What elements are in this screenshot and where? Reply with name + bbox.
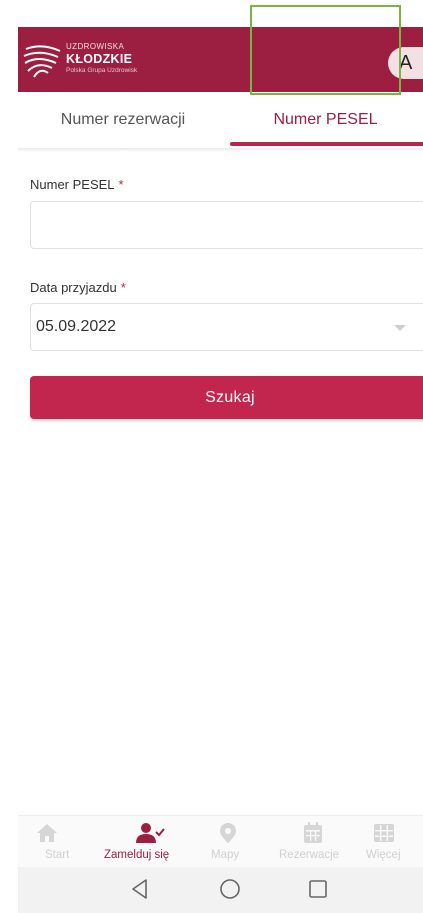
user-check-icon xyxy=(136,823,165,843)
pesel-label: Numer PESEL * xyxy=(30,177,124,192)
nav-item-start[interactable]: Start xyxy=(28,816,70,868)
arrival-date-label-text: Data przyjazdu xyxy=(30,280,117,295)
logo-subtitle: Polska Grupa Uzdrowisk xyxy=(66,67,138,74)
back-icon[interactable] xyxy=(128,877,152,901)
nav-label-mapy: Mapy xyxy=(211,849,240,861)
nav-label-zamelduj-sie: Zamelduj się xyxy=(104,849,170,861)
nav-item-wiecej[interactable]: Więcej xyxy=(366,816,423,868)
nav-item-zamelduj-sie[interactable]: Zamelduj się xyxy=(98,816,188,868)
tab-bar-shadow xyxy=(18,148,423,152)
home-icon xyxy=(37,824,57,842)
search-button-label: Szukaj xyxy=(205,388,255,406)
status-bar xyxy=(0,0,423,27)
tab-label: Numer rezerwacji xyxy=(60,111,186,128)
calendar-icon xyxy=(304,822,322,843)
tab-label: Numer PESEL xyxy=(273,111,378,128)
nav-item-rezerwacje[interactable]: Rezerwacje xyxy=(276,816,351,868)
chevron-down-icon xyxy=(394,325,406,331)
logo-small-text: UZDROWISKA xyxy=(66,42,125,51)
recents-icon[interactable] xyxy=(306,877,330,901)
avatar[interactable]: A xyxy=(388,47,423,79)
app-header: UZDROWISKA KŁODZKIE Polska Grupa Uzdrowi… xyxy=(18,27,423,92)
arrival-date-value: 05.09.2022 xyxy=(36,318,117,335)
tab-numer-rezerwacji[interactable]: Numer rezerwacji xyxy=(18,92,228,148)
tab-numer-pesel[interactable]: Numer PESEL xyxy=(228,92,423,148)
active-tab-indicator xyxy=(230,142,423,146)
bottom-navigation: Start Zamelduj się Mapy Rezerwacje Więce… xyxy=(18,815,423,867)
arrival-date-select[interactable]: 05.09.2022 xyxy=(30,303,423,351)
avatar-letter: A xyxy=(399,51,413,74)
required-marker: * xyxy=(118,177,124,192)
logo-title: KŁODZKIE xyxy=(66,52,133,66)
search-button[interactable]: Szukaj xyxy=(30,376,423,419)
home-circle-icon[interactable] xyxy=(218,877,242,901)
brand-logo[interactable]: UZDROWISKA KŁODZKIE Polska Grupa Uzdrowi… xyxy=(22,39,192,83)
tab-bar: Numer rezerwacji Numer PESEL xyxy=(18,92,423,148)
arrival-date-label: Data przyjazdu * xyxy=(30,280,126,295)
nav-label-rezerwacje: Rezerwacje xyxy=(279,849,340,861)
nav-label-start: Start xyxy=(45,849,70,861)
required-marker: * xyxy=(120,280,126,295)
nav-label-wiecej: Więcej xyxy=(366,849,401,861)
system-navigation-bar xyxy=(18,867,423,913)
map-pin-icon xyxy=(220,823,236,843)
pesel-input[interactable] xyxy=(30,201,423,249)
nav-item-mapy[interactable]: Mapy xyxy=(208,816,248,868)
grid-icon xyxy=(374,824,394,842)
pesel-label-text: Numer PESEL xyxy=(30,177,115,192)
logo-rays-icon xyxy=(23,45,61,78)
